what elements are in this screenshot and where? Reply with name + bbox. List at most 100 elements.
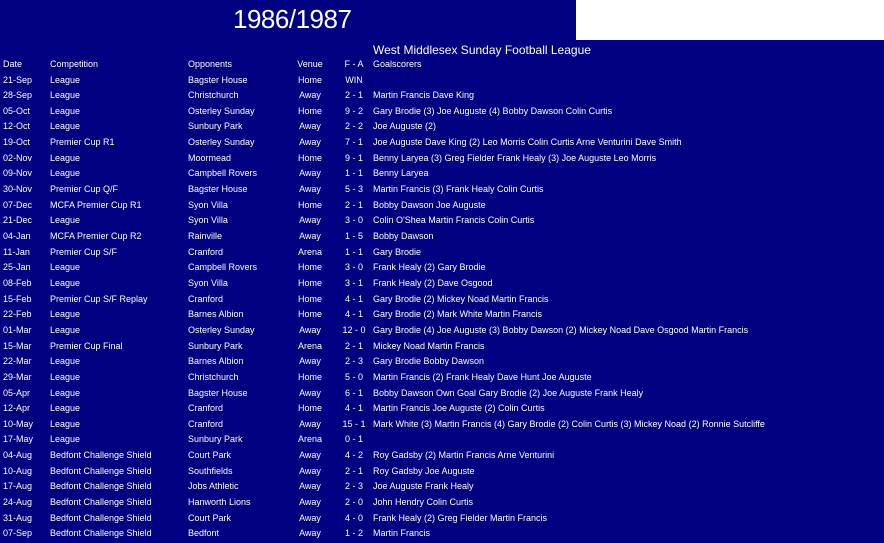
- match-goalscorers: Gary Brodie Bobby Dawson: [373, 356, 485, 367]
- match-competition: League: [50, 418, 81, 429]
- match-competition: League: [50, 105, 81, 116]
- match-score: 4 - 1: [344, 403, 363, 414]
- match-goalscorers: Benny Laryea (3) Greg Fielder Frank Heal…: [373, 152, 657, 163]
- match-date: 22-Mar: [3, 356, 32, 367]
- match-opponents: Osterley Sunday: [188, 105, 255, 116]
- match-goalscorers: Roy Gadsby (2) Martin Francis Arne Ventu…: [373, 450, 555, 461]
- match-opponents: Jobs Athletic: [188, 481, 239, 492]
- match-goalscorers: Joe Auguste Dave King (2) Leo Morris Col…: [373, 137, 682, 148]
- match-venue: Away: [299, 387, 321, 398]
- match-opponents: Sunbury Park: [188, 121, 243, 132]
- match-score: 2 - 1: [344, 465, 363, 476]
- match-date: 22-Feb: [3, 309, 32, 320]
- match-competition: Bedfont Challenge Shield: [50, 481, 152, 492]
- match-goalscorers: Martin Francis (2) Frank Healy Dave Hunt…: [373, 371, 592, 382]
- match-opponents: Cranford: [188, 246, 224, 257]
- match-competition: Bedfont Challenge Shield: [50, 497, 152, 508]
- league-title: West Middlesex Sunday Football League: [373, 43, 591, 57]
- match-score: 0 - 1: [344, 434, 363, 445]
- match-goalscorers: Frank Healy (2) Gary Brodie: [373, 262, 486, 273]
- match-competition: League: [50, 262, 81, 273]
- match-venue: Away: [299, 90, 321, 101]
- match-date: 02-Nov: [3, 152, 33, 163]
- match-score: 2 - 2: [344, 121, 363, 132]
- match-score: 2 - 0: [344, 497, 363, 508]
- match-opponents: Sunbury Park: [188, 340, 243, 351]
- table-row: 10-May League Cranford Away 15 - 1 Mark White…: [0, 417, 884, 433]
- match-opponents: Syon Villa: [188, 215, 228, 226]
- table-row: 29-Mar League Christchurch Home 5 - 0 Martin …: [0, 370, 884, 386]
- match-date: 17-May: [3, 434, 34, 445]
- match-competition: Premier Cup Final: [50, 340, 123, 351]
- match-date: 08-Feb: [3, 277, 32, 288]
- match-opponents: Sunbury Park: [188, 434, 243, 445]
- match-date: 10-Aug: [3, 465, 33, 476]
- match-venue: Away: [299, 231, 321, 241]
- header-score: F - A: [344, 59, 364, 69]
- table-row: 04-Aug Bedfont Challenge Shield Court Park…: [0, 448, 884, 464]
- match-competition: League: [50, 371, 81, 382]
- match-score: 4 - 1: [344, 293, 363, 304]
- match-score: 1 - 1: [344, 246, 363, 257]
- match-competition: MCFA Premier Cup R2: [50, 231, 142, 241]
- header-date: Date: [3, 59, 23, 69]
- match-venue: Home: [297, 403, 322, 414]
- match-goalscorers: Gary Brodie (2) Mickey Noad Martin Franc…: [373, 293, 549, 304]
- match-competition: League: [50, 324, 81, 335]
- match-opponents: Bagster House: [188, 74, 248, 85]
- table-row: 07-Sep Bedfont Challenge Shield Bedfont Awa…: [0, 526, 884, 542]
- table-row: 05-Apr League Bagster House Away 6 - 1 Bobby …: [0, 386, 884, 402]
- match-opponents: Rainville: [188, 231, 223, 241]
- match-score: 7 - 1: [344, 137, 363, 148]
- match-competition: Premier Cup Q/F: [50, 184, 119, 195]
- match-score: 2 - 1: [344, 199, 363, 210]
- match-venue: Home: [297, 105, 322, 116]
- blank-panel: [576, 0, 884, 40]
- match-venue: Home: [297, 277, 322, 288]
- match-competition: Bedfont Challenge Shield: [50, 450, 152, 461]
- table-row: 05-Oct League Osterley Sunday Home 9 - 2 Gary…: [0, 104, 884, 120]
- table-row: 31-Aug Bedfont Challenge Shield Court Park…: [0, 511, 884, 527]
- table-row: 21-Sep League Bagster House Home WIN: [0, 73, 884, 89]
- match-opponents: Campbell Rovers: [188, 262, 258, 273]
- header-venue: Venue: [297, 59, 323, 69]
- match-goalscorers: Joe Auguste Frank Healy: [373, 481, 474, 492]
- match-opponents: Cranford: [188, 403, 224, 414]
- match-date: 05-Apr: [3, 387, 31, 398]
- match-competition: League: [50, 434, 81, 445]
- table-row: 22-Mar League Barnes Albion Away 2 - 3 Gary B…: [0, 354, 884, 370]
- match-competition: Bedfont Challenge Shield: [50, 512, 152, 523]
- match-score: WIN: [345, 74, 363, 85]
- match-score: 4 - 1: [344, 309, 363, 320]
- match-venue: Arena: [297, 340, 323, 351]
- match-score: 3 - 0: [344, 215, 363, 226]
- match-date: 17-Aug: [3, 481, 33, 492]
- match-venue: Home: [297, 199, 322, 210]
- header-opponents: Opponents: [188, 59, 233, 69]
- match-goalscorers: Mark White (3) Martin Francis (4) Gary B…: [373, 418, 765, 429]
- match-goalscorers: Frank Healy (2) Dave Osgood: [373, 277, 493, 288]
- match-opponents: Christchurch: [188, 90, 239, 101]
- match-date: 19-Oct: [3, 137, 31, 148]
- match-date: 21-Sep: [3, 74, 33, 85]
- table-row: 19-Oct Premier Cup R1 Osterley Sunday Away 7…: [0, 135, 884, 151]
- match-score: 3 - 0: [344, 262, 363, 273]
- match-venue: Away: [299, 324, 321, 335]
- match-opponents: Court Park: [188, 512, 232, 523]
- match-date: 11-Jan: [3, 246, 30, 257]
- match-venue: Away: [299, 137, 321, 148]
- match-date: 07-Dec: [3, 199, 33, 210]
- table-row: 17-Aug Bedfont Challenge Shield Jobs Athle…: [0, 479, 884, 495]
- match-goalscorers: Gary Brodie (3) Joe Auguste (4) Bobby Da…: [373, 105, 613, 116]
- match-opponents: Christchurch: [188, 371, 239, 382]
- table-header: Date Competition Opponents Venue F - A G…: [0, 57, 884, 73]
- match-venue: Away: [299, 184, 321, 195]
- match-score: 5 - 0: [344, 371, 363, 382]
- match-score: 2 - 3: [344, 356, 363, 367]
- match-venue: Away: [299, 215, 321, 226]
- match-goalscorers: Bobby Dawson: [373, 231, 434, 241]
- table-row: 10-Aug Bedfont Challenge Shield Southfield…: [0, 464, 884, 480]
- match-score: 15 - 1: [342, 418, 366, 429]
- match-score: 2 - 1: [344, 90, 363, 101]
- match-score: 2 - 3: [344, 481, 363, 492]
